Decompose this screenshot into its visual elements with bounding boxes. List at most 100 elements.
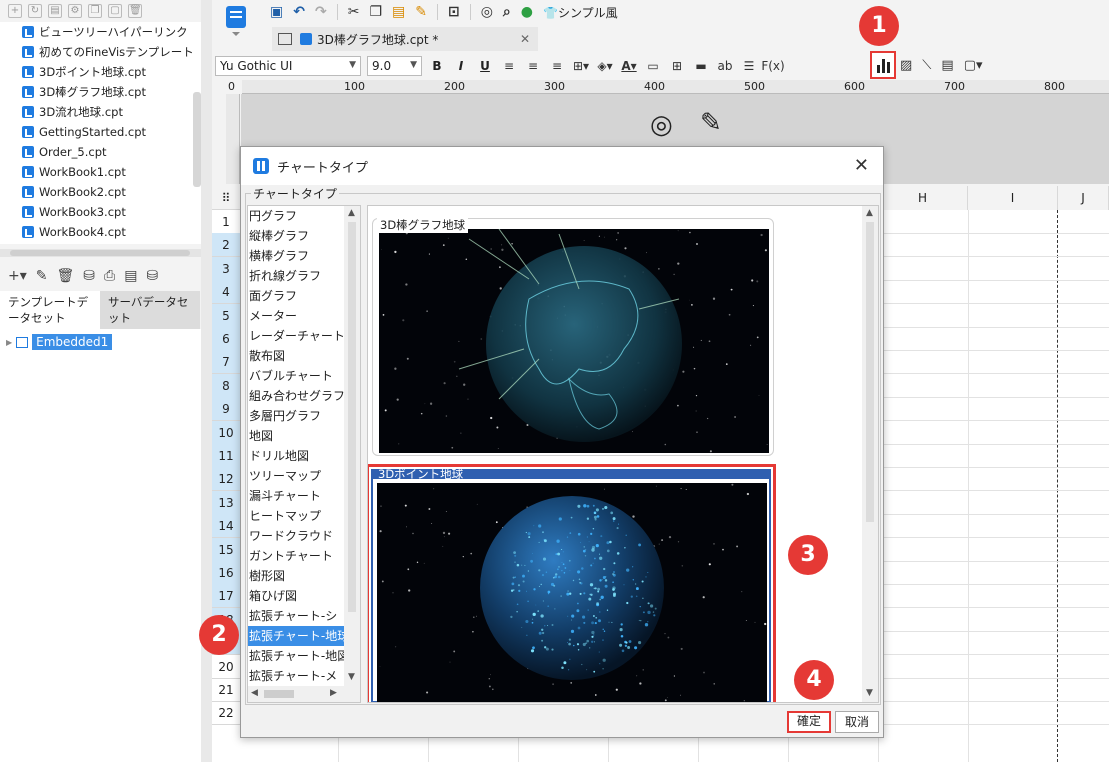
file-item[interactable]: WorkBook2.cpt — [0, 182, 201, 202]
row-header[interactable]: 17 — [212, 584, 240, 609]
refresh-icon[interactable]: ↻ — [28, 4, 42, 18]
settings-icon[interactable]: ⚙ — [68, 4, 82, 18]
float-element-icon[interactable]: ▢▾ — [964, 58, 983, 73]
file-item[interactable]: GettingStarted.cpt — [0, 122, 201, 142]
check-icon[interactable]: ● — [521, 4, 533, 20]
font-color-icon[interactable]: A▾ — [620, 58, 638, 74]
grid-corner[interactable]: ⠿ — [212, 186, 240, 210]
redo-icon[interactable]: ↷ — [315, 4, 327, 20]
ok-button[interactable]: 確定 — [787, 711, 831, 733]
file-item[interactable]: ビューツリーハイパーリンク — [0, 22, 201, 42]
text-button[interactable]: ab — [716, 58, 734, 74]
scroll-up-icon[interactable]: ▲ — [866, 208, 873, 218]
type-list-scrollbar[interactable]: ▲ ▼ — [344, 206, 360, 686]
database-icon[interactable]: ⛁ — [83, 268, 95, 284]
tab-template-dataset[interactable]: テンプレートデータセット — [0, 291, 100, 329]
scroll-thumb[interactable] — [264, 690, 294, 698]
parameter-icon[interactable]: ▤ — [124, 268, 137, 284]
insert-chart-button[interactable] — [870, 51, 896, 79]
row-header[interactable]: 11 — [212, 444, 240, 468]
border-icon[interactable]: ⊞▾ — [572, 58, 590, 74]
row-header[interactable]: 7 — [212, 350, 240, 375]
font-select[interactable]: Yu Gothic UI ▼ — [215, 56, 361, 76]
tree-item-embedded1[interactable]: ▶ Embedded1 — [6, 334, 113, 350]
row-header[interactable]: 5 — [212, 303, 240, 328]
italic-button[interactable]: I — [452, 59, 470, 73]
file-item[interactable]: 3D流れ地球.cpt — [0, 102, 201, 122]
search-icon[interactable]: ⌕ — [503, 4, 511, 20]
expand-arrow-icon[interactable]: ▶ — [6, 338, 12, 347]
row-header[interactable]: 8 — [212, 373, 240, 398]
paragraph-icon[interactable]: ☰ — [740, 58, 758, 74]
tab-server-dataset[interactable]: サーバデータセット — [100, 291, 200, 329]
column-header[interactable]: H — [878, 186, 968, 210]
file-item[interactable]: WorkBook3.cpt — [0, 202, 201, 222]
row-header[interactable]: 20 — [212, 655, 240, 679]
scroll-down-icon[interactable]: ▼ — [866, 688, 873, 698]
row-header[interactable]: 6 — [212, 327, 240, 351]
row-header[interactable]: 4 — [212, 280, 240, 305]
image-icon[interactable]: ▨ — [900, 58, 912, 73]
file-list-hscrollbar[interactable] — [0, 249, 201, 257]
file-item[interactable]: WorkBook4.cpt — [0, 222, 201, 242]
table-icon[interactable]: ⊞ — [668, 58, 686, 74]
column-header[interactable]: I — [968, 186, 1058, 210]
align-right-icon[interactable]: ≡ — [548, 58, 566, 74]
new-folder-icon[interactable]: + — [8, 4, 22, 18]
scroll-thumb[interactable] — [348, 222, 356, 612]
underline-button[interactable]: U — [476, 59, 494, 73]
cancel-button[interactable]: 取消 — [835, 711, 879, 733]
undo-icon[interactable]: ↶ — [293, 4, 305, 20]
format-painter-icon[interactable]: ✎ — [415, 4, 427, 20]
bold-button[interactable]: B — [428, 59, 446, 73]
slash-icon[interactable]: ⟍ — [922, 58, 931, 73]
lock-icon[interactable]: ▢ — [108, 4, 122, 18]
align-center-icon[interactable]: ≡ — [524, 58, 542, 74]
close-icon[interactable]: ✕ — [520, 32, 530, 46]
file-list-scrollbar[interactable] — [193, 92, 201, 187]
row-header[interactable]: 9 — [212, 397, 240, 422]
column-header[interactable]: J — [1058, 186, 1109, 210]
formula-button[interactable]: F(x) — [761, 58, 784, 74]
delete-icon[interactable]: 🗑 — [57, 268, 75, 284]
row-header[interactable]: 2 — [212, 233, 240, 258]
file-item[interactable]: WorkBook1.cpt — [0, 162, 201, 182]
edit-pencil-icon[interactable]: ✎ — [700, 108, 722, 138]
template-params-icon[interactable]: ⊡ — [448, 4, 460, 20]
hide-eye-icon[interactable]: ◎ — [650, 110, 673, 140]
row-header[interactable]: 1 — [212, 210, 240, 234]
file-item[interactable]: 3D棒グラフ地球.cpt — [0, 82, 201, 102]
row-header[interactable]: 12 — [212, 467, 240, 492]
close-icon[interactable]: ✕ — [854, 155, 869, 176]
row-header[interactable]: 21 — [212, 678, 240, 702]
scroll-thumb[interactable] — [10, 250, 190, 256]
server-icon[interactable]: ⛁ — [146, 268, 158, 284]
row-header[interactable]: 16 — [212, 561, 240, 585]
copy-icon[interactable]: ❐ — [88, 4, 102, 18]
align-left-icon[interactable]: ≡ — [500, 58, 518, 74]
theme-button[interactable]: 👕シンプル風 — [543, 4, 618, 21]
row-header[interactable]: 15 — [212, 537, 240, 562]
add-dataset-icon[interactable]: +▾ — [8, 268, 27, 284]
file-item[interactable]: 3Dポイント地球.cpt — [0, 62, 201, 82]
scroll-left-icon[interactable]: ◀ — [251, 688, 258, 698]
preview-scrollbar[interactable]: ▲ ▼ — [862, 206, 878, 702]
preview-icon[interactable]: ⎙ — [104, 268, 115, 284]
save-icon[interactable]: ▣ — [270, 4, 283, 20]
font-size-select[interactable]: 9.0 ▼ — [367, 56, 422, 76]
row-header[interactable]: 3 — [212, 256, 240, 281]
scroll-thumb[interactable] — [866, 222, 874, 522]
preview-card-3d-bar-earth[interactable]: 3D棒グラフ地球 — [372, 217, 774, 456]
delete-icon[interactable]: 🗑 — [128, 4, 142, 18]
fill-color-icon[interactable]: ◈▾ — [596, 58, 614, 74]
open-icon[interactable]: ▤ — [48, 4, 62, 18]
type-list-hscrollbar[interactable]: ◀ ▶ — [248, 686, 360, 702]
row-header[interactable]: 13 — [212, 490, 240, 515]
preview-button[interactable] — [222, 4, 250, 36]
scroll-right-icon[interactable]: ▶ — [330, 688, 337, 698]
copy-icon[interactable]: ❐ — [369, 4, 382, 20]
row-header[interactable]: 10 — [212, 420, 240, 445]
web-icon[interactable]: ◎ — [481, 4, 493, 20]
document-tab[interactable]: 3D棒グラフ地球.cpt * ✕ — [272, 27, 538, 51]
cut-icon[interactable]: ✂ — [348, 4, 360, 20]
